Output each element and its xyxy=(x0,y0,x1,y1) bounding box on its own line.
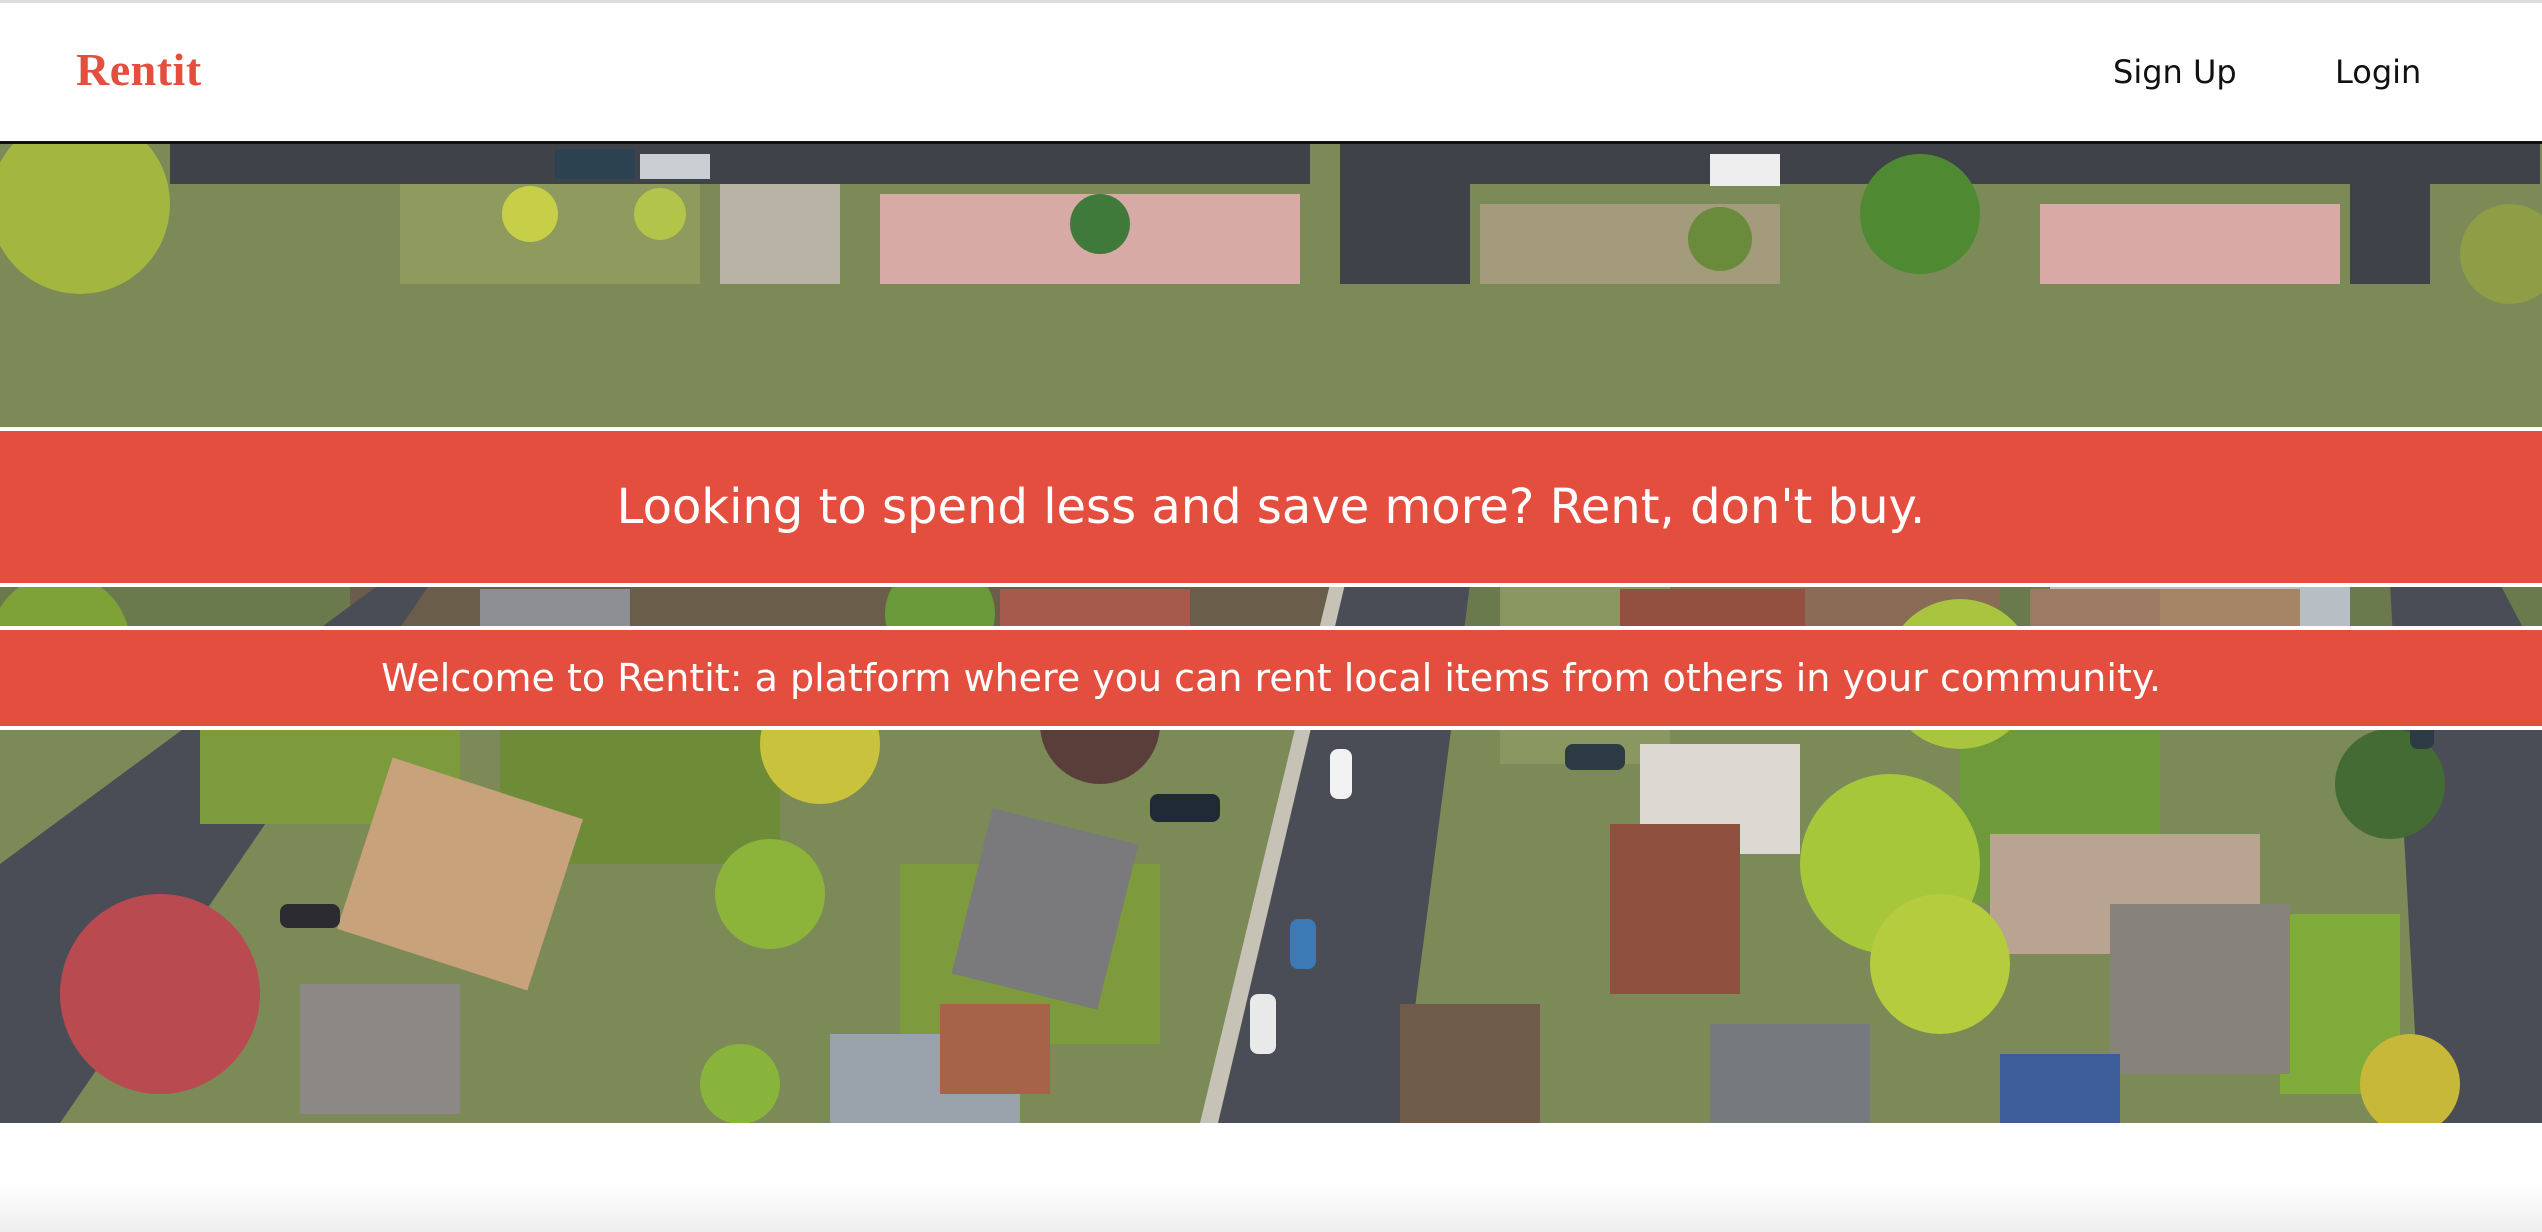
hero-subheadline: Welcome to Rentit: a platform where you … xyxy=(381,656,2161,700)
top-navbar: Rentit Sign Up Login xyxy=(0,0,2542,144)
subheadline-banner: Welcome to Rentit: a platform where you … xyxy=(0,626,2542,730)
login-link[interactable]: Login xyxy=(2335,53,2421,91)
brand-logo[interactable]: Rentit xyxy=(76,43,202,96)
hero-headline: Looking to spend less and save more? Ren… xyxy=(616,479,1926,535)
hero-section: Looking to spend less and save more? Ren… xyxy=(0,144,2542,1123)
page-content-area xyxy=(0,1123,2542,1232)
signup-link[interactable]: Sign Up xyxy=(2113,53,2237,91)
headline-banner: Looking to spend less and save more? Ren… xyxy=(0,427,2542,587)
